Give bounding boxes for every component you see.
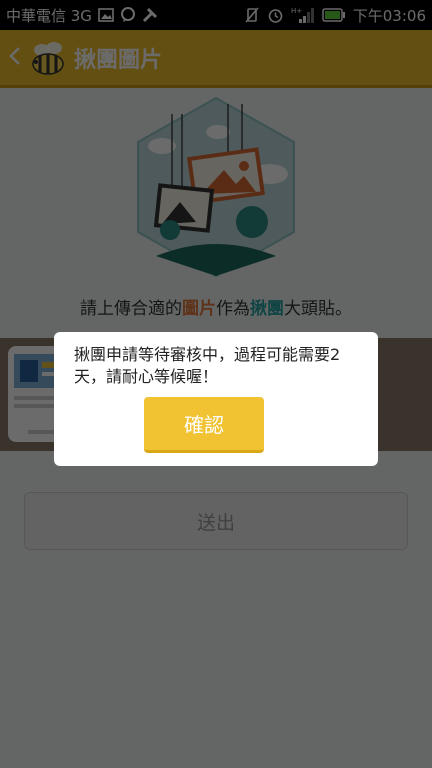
dialog-message: 揪團申請等待審核中，過程可能需要2天，請耐心等候喔！	[74, 345, 341, 386]
hint-text-1: 請上傳合適的	[80, 299, 182, 319]
chevron-left-icon	[9, 46, 20, 65]
chat-notification-icon	[120, 7, 136, 23]
tools-notification-icon	[142, 7, 158, 23]
hint-highlight-group: 揪團	[250, 299, 284, 319]
vibrate-off-icon	[244, 7, 260, 23]
hint-highlight-image: 圖片	[182, 299, 216, 319]
page-title: 揪團圖片	[74, 47, 163, 73]
back-button[interactable]	[2, 43, 28, 73]
review-dialog: 揪團申請等待審核中，過程可能需要2天，請耐心等候喔！ 確認	[54, 332, 378, 466]
hint-text-3: 大頭貼。	[284, 299, 352, 319]
submit-button[interactable]: 送出	[24, 492, 408, 550]
alarm-icon	[267, 7, 284, 24]
bee-logo-icon	[28, 38, 68, 78]
app-bar: 揪團圖片	[0, 30, 432, 88]
signal-icon: H+	[291, 6, 315, 24]
confirm-button[interactable]: 確認	[144, 397, 264, 453]
status-bar: 中華電信 3G H+ 下午03:06	[0, 0, 432, 30]
clock: 下午03:06	[352, 6, 426, 25]
image-notification-icon	[98, 8, 114, 22]
hero-illustration	[132, 94, 300, 280]
network-type-label: H+	[291, 7, 302, 15]
hint-text-2: 作為	[216, 299, 250, 319]
upload-hint: 請上傳合適的圖片作為揪團大頭貼。	[0, 294, 432, 319]
carrier-label: 中華電信 3G	[6, 6, 92, 25]
battery-icon	[322, 8, 346, 22]
